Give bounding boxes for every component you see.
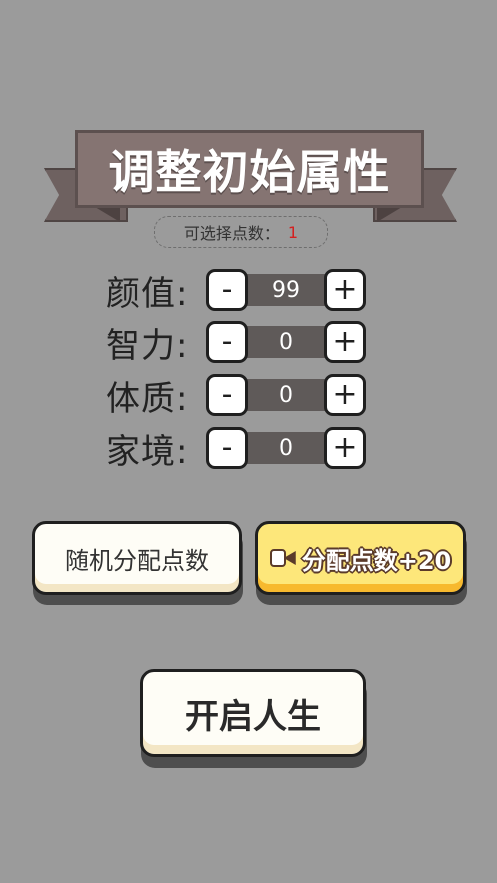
attribute-row-constitution: 体质: - 0 +	[106, 372, 366, 419]
page-title: 调整初始属性	[75, 130, 424, 208]
decrease-button[interactable]: -	[206, 427, 248, 469]
attribute-value: 0	[244, 326, 328, 358]
available-points-box: 可选择点数： 1	[154, 216, 328, 248]
attribute-value: 0	[244, 432, 328, 464]
attribute-row-family: 家境: - 0 +	[106, 425, 366, 472]
attribute-label: 家境:	[106, 431, 189, 472]
attribute-value: 99	[244, 274, 328, 306]
decrease-button[interactable]: -	[206, 321, 248, 363]
attribute-label: 智力:	[106, 325, 189, 366]
video-bonus-label: 分配点数+20	[301, 546, 452, 575]
attribute-label: 体质:	[106, 378, 189, 419]
attribute-value: 0	[244, 379, 328, 411]
decrease-button[interactable]: -	[206, 374, 248, 416]
available-points-label: 可选择点数：	[183, 224, 280, 243]
video-camera-icon	[269, 549, 296, 567]
random-allocate-button[interactable]: 随机分配点数	[32, 521, 242, 595]
increase-button[interactable]: +	[324, 269, 366, 311]
increase-button[interactable]: +	[324, 321, 366, 363]
increase-button[interactable]: +	[324, 427, 366, 469]
decrease-button[interactable]: -	[206, 269, 248, 311]
attribute-row-looks: 颜值: - 99 +	[106, 267, 366, 314]
available-points-value: 1	[287, 222, 299, 242]
attribute-row-intelligence: 智力: - 0 +	[106, 319, 366, 366]
attribute-label: 颜值:	[106, 273, 189, 314]
start-life-button[interactable]: 开启人生	[140, 669, 366, 757]
watch-video-bonus-button[interactable]: 分配点数+20	[255, 521, 466, 595]
increase-button[interactable]: +	[324, 374, 366, 416]
